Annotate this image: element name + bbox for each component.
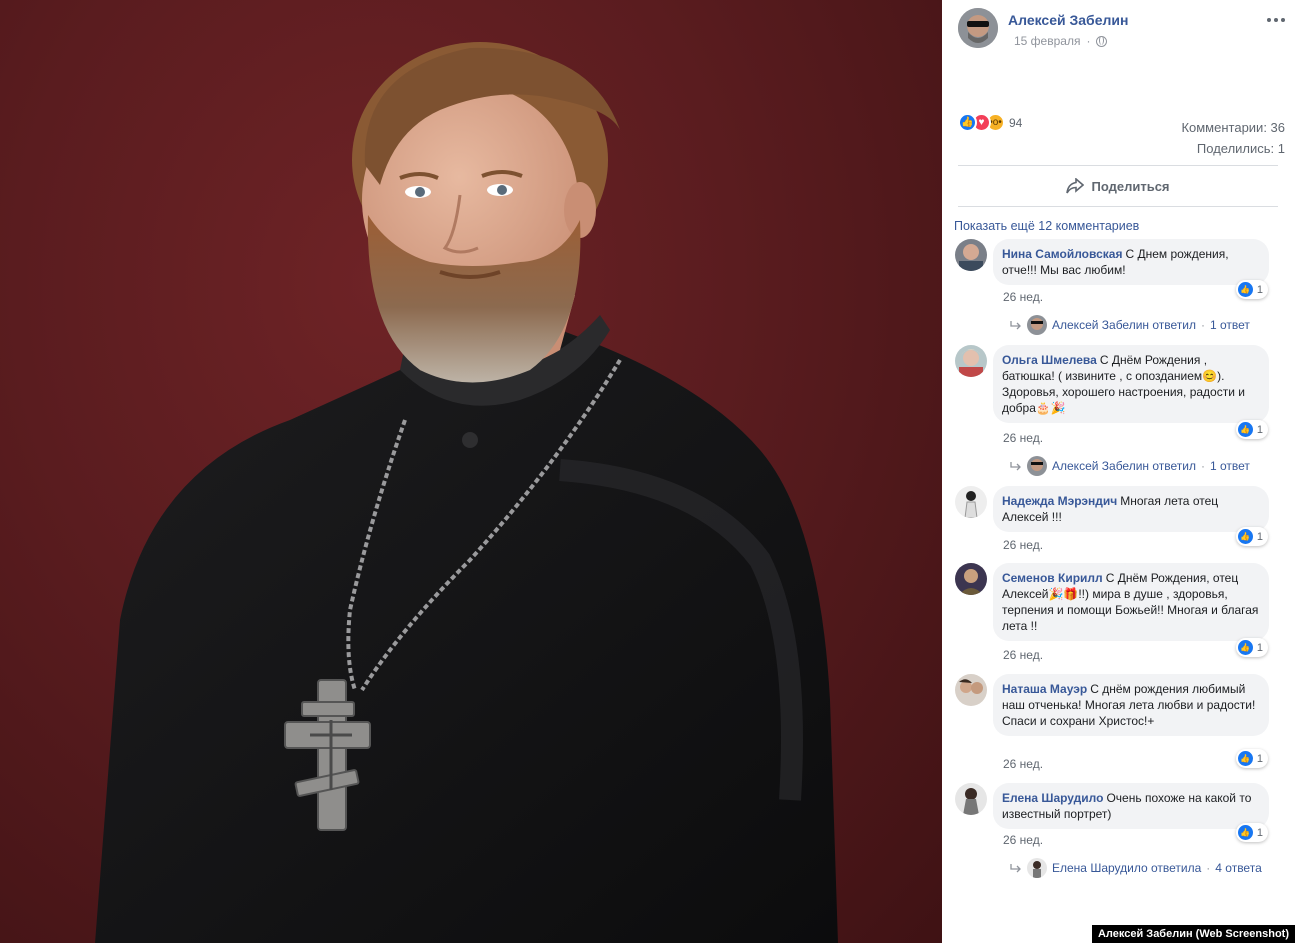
author-name[interactable]: Алексей Забелин <box>1008 12 1128 28</box>
reply-avatar <box>1027 456 1047 476</box>
reply-summary[interactable]: Елена Шарудило ответила · 4 ответа <box>1010 858 1262 878</box>
reply-arrow-icon <box>1010 321 1021 330</box>
comment-like-count: 1 <box>1256 530 1263 543</box>
comment-time[interactable]: 26 нед. <box>1003 290 1043 304</box>
comment-like-count: 1 <box>1256 423 1263 436</box>
like-icon: 👍 <box>958 113 977 132</box>
separator-dot: · <box>1086 34 1091 48</box>
share-label: Поделиться <box>1091 178 1170 194</box>
show-more-comments-link[interactable]: Показать ещё 12 комментариев <box>954 219 1139 233</box>
commenter-avatar[interactable] <box>955 486 987 518</box>
commenter-name[interactable]: Елена Шарудило <box>1002 791 1103 805</box>
comment-bubble: Елена Шарудило Очень похоже на какой то и… <box>993 783 1269 829</box>
reactions-count: 94 <box>1009 115 1023 130</box>
reply-count: 1 ответ <box>1210 459 1250 473</box>
reply-arrow-icon <box>1010 462 1021 471</box>
comment-time[interactable]: 26 нед. <box>1003 431 1043 445</box>
reply-author: Алексей Забелин ответил <box>1052 459 1196 473</box>
author-avatar[interactable] <box>958 8 998 48</box>
reply-count: 4 ответа <box>1215 861 1262 875</box>
like-icon: 👍 <box>1237 282 1253 297</box>
like-icon: 👍 <box>1237 751 1253 766</box>
like-icon: 👍 <box>1237 422 1253 437</box>
more-icon[interactable] <box>1264 10 1288 30</box>
separator-dot: · <box>1206 861 1211 875</box>
commenter-name[interactable]: Наташа Мауэр <box>1002 682 1087 696</box>
comment-like-count: 1 <box>1256 752 1263 765</box>
separator-dot: · <box>1201 318 1205 332</box>
reply-avatar <box>1027 315 1047 335</box>
comment-like-badge[interactable]: 👍 1 <box>1235 420 1268 439</box>
comment-like-badge[interactable]: 👍 1 <box>1235 280 1268 299</box>
reply-count: 1 ответ <box>1210 318 1250 332</box>
comment-time[interactable]: 26 нед. <box>1003 538 1043 552</box>
comment-bubble: Надежда Мэрэндич Многая лета отец Алексей… <box>993 486 1269 532</box>
commenter-avatar[interactable] <box>955 563 987 595</box>
like-icon: 👍 <box>1237 640 1253 655</box>
comment-like-badge[interactable]: 👍 1 <box>1235 749 1268 768</box>
reply-summary[interactable]: Алексей Забелин ответил · 1 ответ <box>1010 456 1250 476</box>
commenter-avatar[interactable] <box>955 783 987 815</box>
post-header: Алексей Забелин 15 февраля · <box>958 8 1288 54</box>
comment-like-count: 1 <box>1256 283 1263 296</box>
comment-time[interactable]: 26 нед. <box>1003 648 1043 662</box>
reply-avatar <box>1027 858 1047 878</box>
commenter-avatar[interactable] <box>955 674 987 706</box>
comments-count[interactable]: Комментарии: 36 <box>1181 117 1285 138</box>
shares-count[interactable]: Поделились: 1 <box>1181 138 1285 159</box>
divider <box>958 165 1278 166</box>
comment-time[interactable]: 26 нед. <box>1003 757 1043 771</box>
comment-bubble: Наташа Мауэр С днём рождения любимый наш … <box>993 674 1269 736</box>
post-photo[interactable] <box>0 0 942 943</box>
post-date[interactable]: 15 февраля <box>1014 34 1080 48</box>
reply-author: Елена Шарудило ответила <box>1052 861 1202 875</box>
commenter-name[interactable]: Нина Самойловская <box>1002 247 1122 261</box>
commenter-name[interactable]: Семенов Кирилл <box>1002 571 1103 585</box>
priest-portrait-illustration <box>95 42 838 943</box>
commenter-name[interactable]: Надежда Мэрэндич <box>1002 494 1117 508</box>
commenter-avatar[interactable] <box>955 345 987 377</box>
separator-dot: · <box>1201 459 1205 473</box>
like-icon: 👍 <box>1237 825 1253 840</box>
reply-arrow-icon <box>1010 864 1021 873</box>
divider <box>958 206 1278 207</box>
comment-like-count: 1 <box>1256 826 1263 839</box>
post-stats: Комментарии: 36 Поделились: 1 <box>1181 117 1285 159</box>
comment-bubble: Нина Самойловская С Днем рождения, отче!!… <box>993 239 1269 285</box>
share-icon <box>1066 178 1085 194</box>
post-date-line: 15 февраля · <box>1014 34 1108 48</box>
globe-icon <box>1096 35 1108 47</box>
comment-like-badge[interactable]: 👍 1 <box>1235 823 1268 842</box>
reply-summary[interactable]: Алексей Забелин ответил · 1 ответ <box>1010 315 1250 335</box>
comment-like-badge[interactable]: 👍 1 <box>1235 527 1268 546</box>
commenter-name[interactable]: Ольга Шмелева <box>1002 353 1097 367</box>
share-button[interactable]: Поделиться <box>958 170 1278 202</box>
reply-author: Алексей Забелин ответил <box>1052 318 1196 332</box>
comment-time[interactable]: 26 нед. <box>1003 833 1043 847</box>
comment-bubble: Семенов Кирилл С Днём Рождения, отец Алек… <box>993 563 1269 641</box>
comment-bubble: Ольга Шмелева С Днём Рождения , батюшка! … <box>993 345 1269 423</box>
comment-like-count: 1 <box>1256 641 1263 654</box>
reactions-summary[interactable]: 👍 ♥ •o• 94 <box>958 113 1022 132</box>
post-panel: Алексей Забелин 15 февраля · 👍 ♥ •o• 94 … <box>942 0 1295 943</box>
image-credit: Алексей Забелин (Web Screenshot) <box>1091 925 1295 943</box>
comment-like-badge[interactable]: 👍 1 <box>1235 638 1268 657</box>
like-icon: 👍 <box>1237 529 1253 544</box>
commenter-avatar[interactable] <box>955 239 987 271</box>
